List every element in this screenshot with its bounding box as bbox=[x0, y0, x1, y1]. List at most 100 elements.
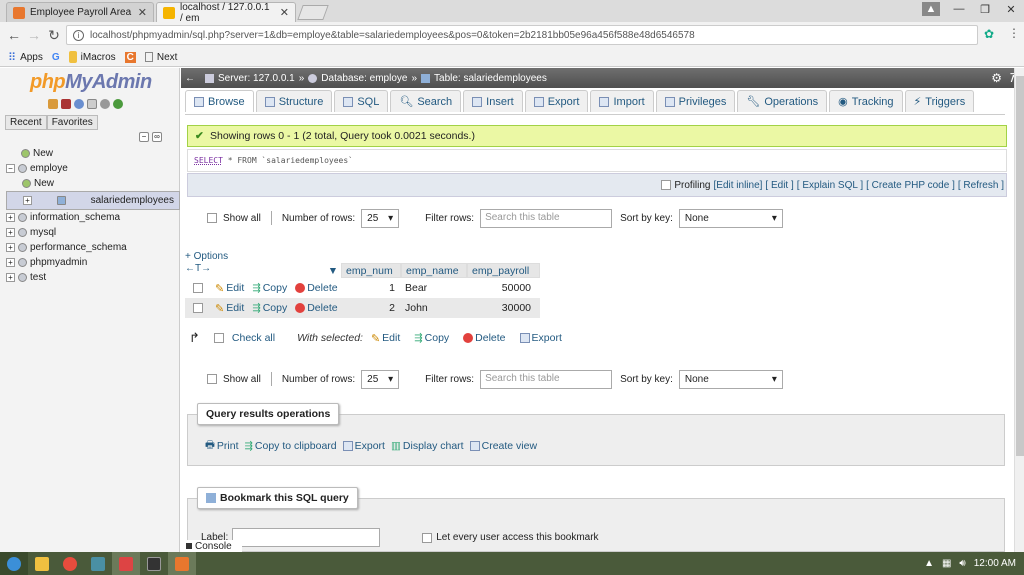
cell-emp-num[interactable]: 1 bbox=[345, 282, 395, 294]
scrollbar[interactable] bbox=[1014, 68, 1024, 552]
edit-link[interactable]: [ Edit ] bbox=[765, 180, 793, 191]
expand-icon[interactable]: + bbox=[6, 243, 15, 252]
sort-dropdown-icon[interactable]: ▼ bbox=[321, 263, 341, 278]
expand-icon[interactable]: + bbox=[23, 196, 32, 205]
bookmark-google[interactable]: G bbox=[52, 52, 60, 63]
user-icon[interactable]: ▲ bbox=[922, 2, 940, 16]
filter-rows-input[interactable]: Search this table bbox=[480, 369, 613, 389]
display-chart-button[interactable]: ▥ Display chart bbox=[391, 440, 464, 452]
close-tab-icon[interactable]: ✕ bbox=[280, 6, 289, 19]
breadcrumb-server[interactable]: Server: 127.0.0.1 bbox=[218, 73, 295, 84]
check-all-label[interactable]: Check all bbox=[232, 332, 275, 344]
cell-emp-name[interactable]: John bbox=[405, 302, 428, 314]
bulk-delete-button[interactable]: Delete bbox=[463, 332, 506, 344]
terminal-icon[interactable] bbox=[140, 552, 168, 575]
sql-query-display[interactable]: SELECT * FROM `salariedemployees` bbox=[187, 149, 1007, 172]
phpmyadmin-logo[interactable]: phpMyAdmin bbox=[30, 71, 152, 94]
tab-structure[interactable]: Structure bbox=[255, 90, 333, 112]
cell-emp-num[interactable]: 2 bbox=[345, 302, 395, 314]
create-php-link[interactable]: [ Create PHP code ] bbox=[866, 180, 955, 191]
tree-item-employe[interactable]: − employe bbox=[6, 161, 180, 176]
check-all-checkbox[interactable] bbox=[213, 333, 224, 343]
edit-inline-link[interactable]: [Edit inline] bbox=[714, 180, 763, 191]
breadcrumb-database[interactable]: Database: employe bbox=[321, 73, 407, 84]
bookmark-c[interactable]: C bbox=[124, 51, 136, 63]
show-all-checkbox[interactable] bbox=[207, 374, 217, 384]
back-arrow-icon[interactable]: ← bbox=[4, 27, 24, 43]
tab-triggers[interactable]: ⚡︎ Triggers bbox=[904, 90, 975, 112]
tree-item-test[interactable]: + test bbox=[6, 270, 180, 285]
tab-privileges[interactable]: Privileges bbox=[655, 90, 736, 112]
people-icon[interactable] bbox=[84, 552, 112, 575]
copy-clipboard-button[interactable]: ⇶ Copy to clipboard bbox=[245, 440, 337, 452]
row-checkbox[interactable] bbox=[193, 303, 203, 313]
tab-export[interactable]: Export bbox=[524, 90, 589, 112]
docs-icon[interactable] bbox=[87, 99, 97, 109]
menu-icon[interactable]: ⋮ bbox=[1008, 26, 1020, 40]
xampp-icon[interactable] bbox=[168, 552, 196, 575]
tab-tracking[interactable]: ◉ Tracking bbox=[829, 90, 903, 112]
bookmark-apps[interactable]: ⠿ Apps bbox=[8, 51, 43, 64]
help-icon[interactable] bbox=[74, 99, 84, 109]
reload-icon[interactable]: ↻ bbox=[44, 27, 64, 44]
show-all-checkbox[interactable] bbox=[207, 213, 217, 223]
column-header-emp-payroll[interactable]: emp_payroll bbox=[467, 263, 540, 278]
settings-icon[interactable] bbox=[100, 99, 110, 109]
close-tab-icon[interactable]: ✕ bbox=[138, 6, 147, 19]
tray-up-icon[interactable]: ▲ bbox=[924, 558, 934, 569]
tree-item-information-schema[interactable]: + information_schema bbox=[6, 210, 180, 225]
sort-key-select[interactable]: None ▾ bbox=[678, 208, 783, 228]
forward-arrow-icon[interactable]: → bbox=[24, 27, 44, 43]
copy-row-button[interactable]: ⇶ Copy bbox=[252, 302, 287, 314]
cell-emp-name[interactable]: Bear bbox=[405, 282, 427, 294]
app-icon[interactable] bbox=[112, 552, 140, 575]
tab-operations[interactable]: 🔧︎ Operations bbox=[737, 90, 828, 112]
explain-sql-link[interactable]: [ Explain SQL ] bbox=[797, 180, 863, 191]
delete-row-button[interactable]: Delete bbox=[295, 302, 338, 314]
ie-icon[interactable] bbox=[0, 552, 28, 575]
bulk-copy-button[interactable]: ⇶ Copy bbox=[414, 332, 449, 344]
explorer-icon[interactable] bbox=[28, 552, 56, 575]
network-icon[interactable]: ▦ bbox=[942, 558, 951, 569]
browser-tab-payroll[interactable]: Employee Payroll Area ✕ bbox=[6, 2, 154, 22]
breadcrumb-table[interactable]: Table: salariedemployees bbox=[434, 73, 547, 84]
extension-icon[interactable]: ✿ bbox=[984, 27, 994, 41]
tab-sql[interactable]: SQL bbox=[334, 90, 389, 112]
tree-item-performance-schema[interactable]: + performance_schema bbox=[6, 240, 180, 255]
bulk-edit-button[interactable]: ✎ Edit bbox=[371, 332, 400, 345]
tree-item-salariedemployees[interactable]: + salariedemployees bbox=[6, 191, 180, 210]
delete-row-button[interactable]: Delete bbox=[295, 282, 338, 294]
logout-icon[interactable] bbox=[61, 99, 71, 109]
favorites-tab[interactable]: Favorites bbox=[46, 115, 98, 130]
clock[interactable]: 12:00 AM bbox=[974, 558, 1016, 569]
bulk-export-button[interactable]: Export bbox=[519, 332, 562, 344]
recent-tab[interactable]: Recent bbox=[5, 115, 47, 130]
tree-item-new[interactable]: New bbox=[6, 146, 180, 161]
tree-item-mysql[interactable]: + mysql bbox=[6, 225, 180, 240]
profiling-checkbox[interactable] bbox=[661, 180, 672, 190]
row-checkbox[interactable] bbox=[193, 283, 203, 293]
tree-item-employe-new[interactable]: New bbox=[6, 176, 180, 191]
tab-browse[interactable]: Browse bbox=[185, 90, 254, 112]
new-tab-button[interactable] bbox=[297, 5, 329, 20]
export-button[interactable]: Export bbox=[342, 440, 385, 452]
cell-emp-payroll[interactable]: 30000 bbox=[471, 302, 531, 314]
cell-emp-payroll[interactable]: 50000 bbox=[471, 282, 531, 294]
address-bar[interactable]: i localhost/phpmyadmin/sql.php?server=1&… bbox=[66, 25, 978, 45]
column-header-emp-name[interactable]: emp_name bbox=[401, 263, 467, 278]
tree-item-phpmyadmin[interactable]: + phpmyadmin bbox=[6, 255, 180, 270]
info-icon[interactable]: i bbox=[73, 29, 84, 41]
options-toggle[interactable]: + Options bbox=[185, 251, 228, 262]
tab-search[interactable]: 🔍︎ Search bbox=[390, 90, 462, 112]
link-icon[interactable]: ∞ bbox=[152, 132, 162, 142]
num-rows-select[interactable]: 25 ▾ bbox=[361, 369, 400, 389]
expand-icon[interactable]: + bbox=[6, 213, 15, 222]
collapse-all-icon[interactable]: − bbox=[139, 132, 149, 142]
expand-icon[interactable]: + bbox=[6, 273, 15, 282]
volume-icon[interactable]: 🔊︎ bbox=[959, 558, 965, 569]
create-view-button[interactable]: Create view bbox=[469, 440, 537, 452]
refresh-link[interactable]: [ Refresh ] bbox=[958, 180, 1004, 191]
num-rows-select[interactable]: 25 ▾ bbox=[361, 208, 400, 228]
public-bookmark-checkbox[interactable] bbox=[422, 532, 433, 543]
home-icon[interactable] bbox=[48, 99, 58, 109]
